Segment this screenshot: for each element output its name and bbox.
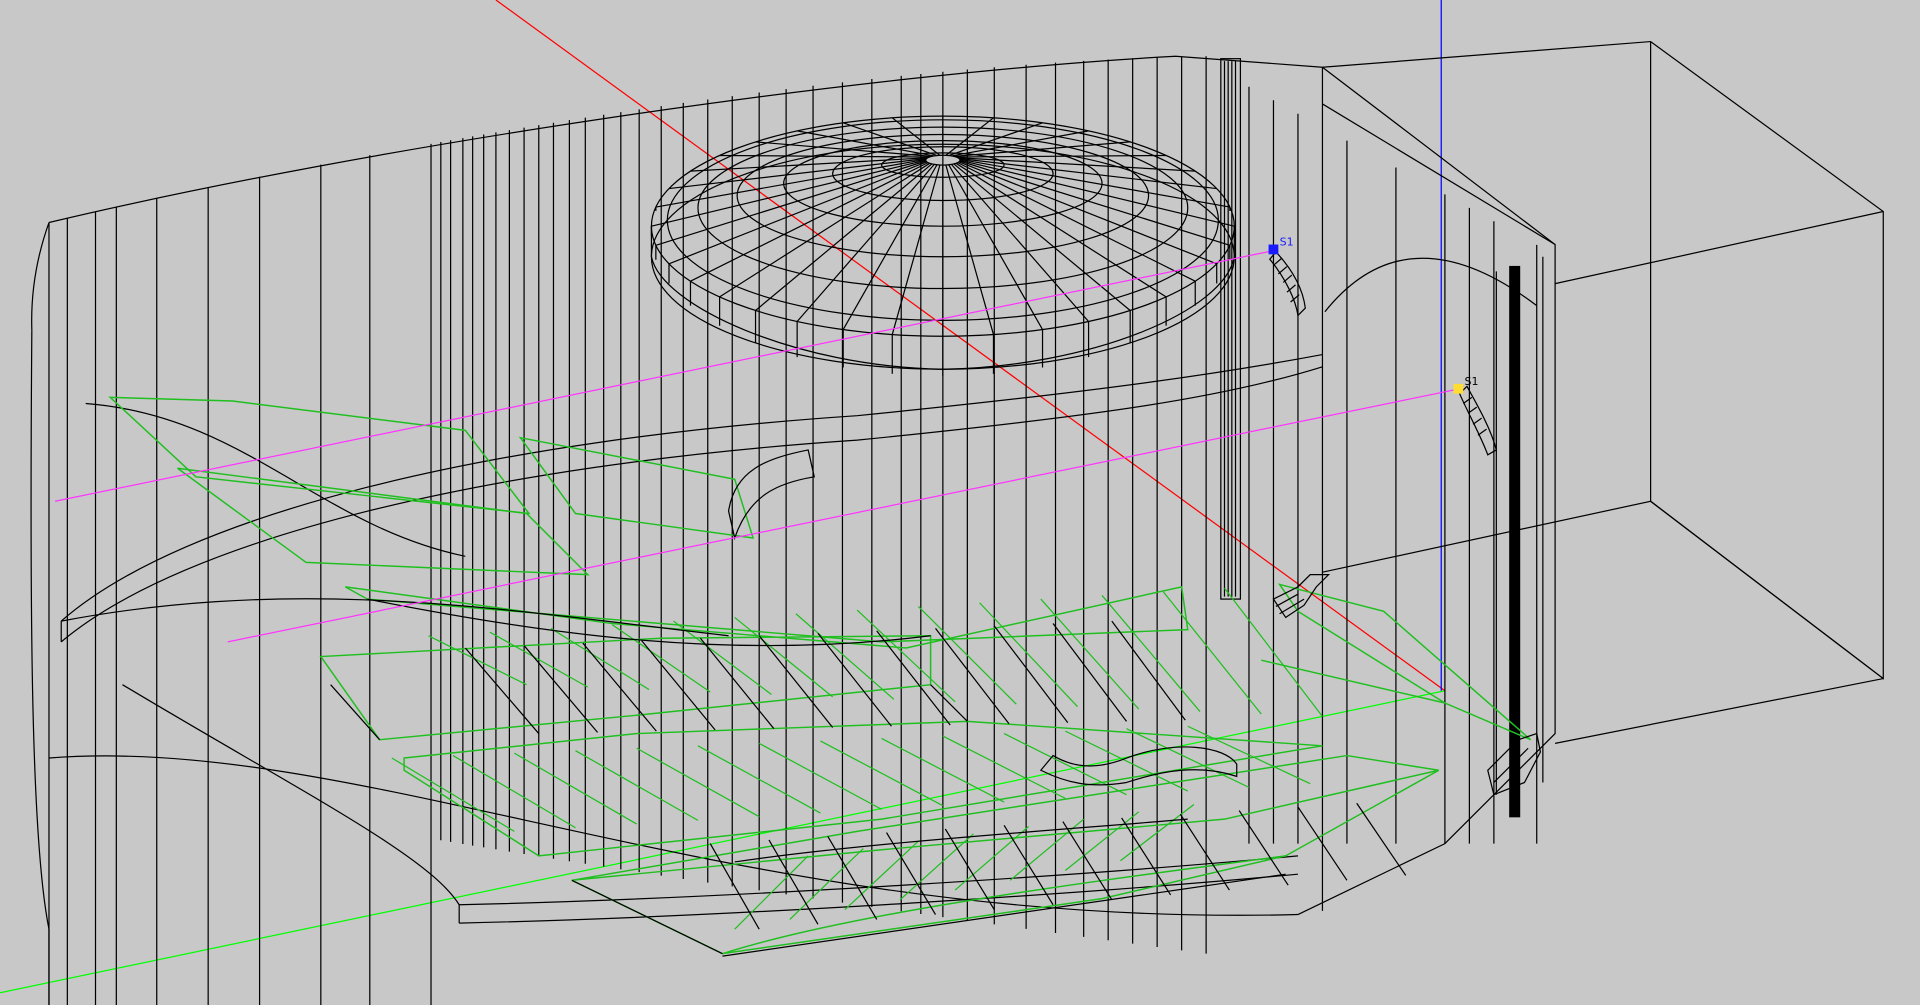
source-label: S1 xyxy=(1464,375,1478,388)
source-label: S1 xyxy=(1280,236,1294,249)
3d-viewport[interactable]: S1 S1 xyxy=(0,0,1920,1005)
wireframe-scene[interactable]: S1 S1 xyxy=(0,0,1920,1005)
